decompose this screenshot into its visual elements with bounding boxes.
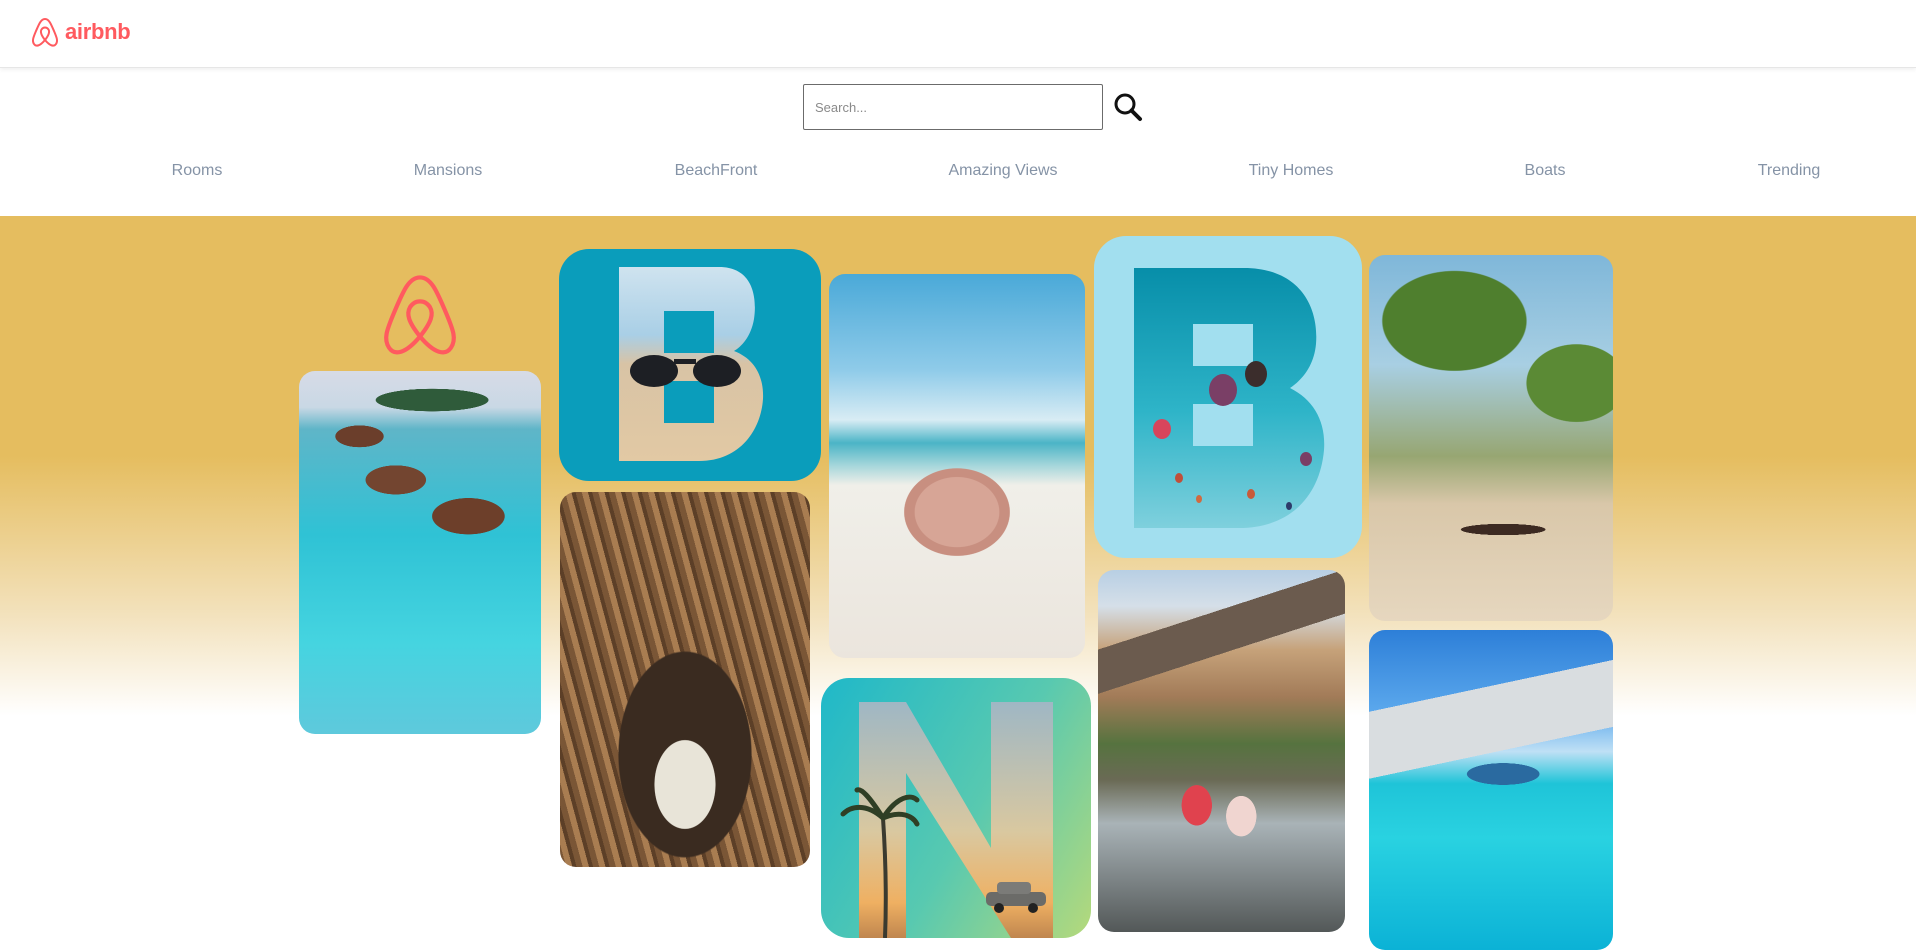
palm-beach-loungers-image[interactable] bbox=[1369, 255, 1613, 621]
airbnb-logo-icon bbox=[384, 275, 456, 355]
pool-umbrella-image[interactable] bbox=[1369, 630, 1613, 950]
search-button[interactable] bbox=[1111, 90, 1145, 124]
category-amazing-views[interactable]: Amazing Views bbox=[948, 162, 1057, 180]
overwater-villas-image[interactable] bbox=[299, 371, 541, 734]
airbnb-logo-icon bbox=[31, 18, 59, 47]
bamboo-tunnel-image[interactable] bbox=[560, 492, 810, 867]
category-nav: Rooms Mansions BeachFront Amazing Views … bbox=[0, 162, 1916, 186]
letter-n-palm-car-tile[interactable] bbox=[821, 678, 1091, 938]
category-tiny-homes[interactable]: Tiny Homes bbox=[1249, 162, 1334, 180]
brand-logo-link[interactable]: airbnb bbox=[30, 16, 131, 48]
category-beachfront[interactable]: BeachFront bbox=[675, 162, 758, 180]
hero-collage bbox=[0, 216, 1916, 950]
letter-b-balloons-tile[interactable] bbox=[1094, 236, 1362, 558]
letter-b-sunglasses-tile[interactable] bbox=[559, 249, 821, 481]
category-rooms[interactable]: Rooms bbox=[172, 162, 223, 180]
top-header: airbnb bbox=[0, 0, 1916, 68]
search-bar bbox=[803, 84, 1145, 130]
beach-hat-image[interactable] bbox=[829, 274, 1085, 658]
search-icon bbox=[1114, 93, 1142, 121]
yosemite-river-image[interactable] bbox=[1098, 570, 1345, 932]
search-input[interactable] bbox=[803, 84, 1103, 130]
category-mansions[interactable]: Mansions bbox=[414, 162, 482, 180]
category-trending[interactable]: Trending bbox=[1758, 162, 1821, 180]
category-boats[interactable]: Boats bbox=[1525, 162, 1566, 180]
brand-name: airbnb bbox=[65, 19, 131, 44]
